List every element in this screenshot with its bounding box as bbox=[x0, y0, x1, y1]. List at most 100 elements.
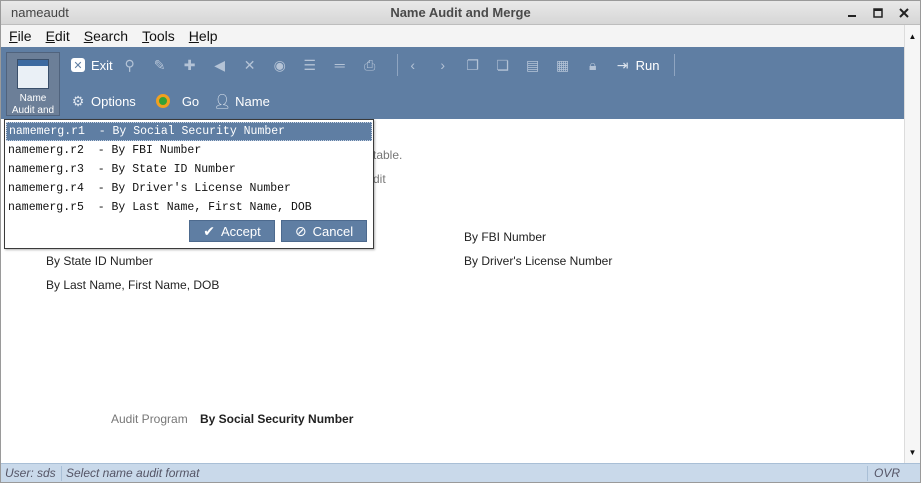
toolbar: Name Audit and ✕ Exit ⚲ ✎ ✚ ◀ ✕ ◉ ☰ ═ ⎙ … bbox=[1, 47, 904, 119]
lock-button[interactable]: 🔒︎ bbox=[584, 53, 606, 77]
toolbar-row-actions: ✕ Exit ⚲ ✎ ✚ ◀ ✕ ◉ ☰ ═ ⎙ ‹ › ❐ ❏ ▤ ▦ 🔒︎ … bbox=[69, 53, 681, 77]
menu-edit[interactable]: Edit bbox=[46, 28, 70, 44]
close-icon bbox=[899, 7, 909, 18]
name-button[interactable]: 👤︎ Name bbox=[213, 89, 270, 113]
accept-label: Accept bbox=[220, 223, 261, 239]
print-button[interactable]: ⎙ bbox=[361, 53, 383, 77]
document-button[interactable]: ▤ bbox=[524, 53, 546, 77]
menu-file[interactable]: File bbox=[9, 28, 32, 44]
run-icon: ⇥ bbox=[616, 56, 629, 73]
x-icon: ✕ bbox=[243, 56, 256, 73]
toolbar-row-options: ⚙ Options Go 👤︎ Name bbox=[69, 89, 278, 113]
status-bar: User: sds Select name audit format OVR bbox=[1, 463, 920, 482]
run-button[interactable]: ⇥ Run bbox=[614, 53, 660, 77]
lock-icon: 🔒︎ bbox=[588, 56, 597, 73]
audit-program-label: Audit Program bbox=[111, 412, 188, 426]
status-mode: OVR bbox=[873, 466, 900, 480]
name-label: Name bbox=[235, 93, 270, 109]
next-button[interactable]: › bbox=[434, 53, 456, 77]
cancel-label: Cancel bbox=[312, 223, 354, 239]
plus-icon: ✚ bbox=[183, 56, 196, 73]
menu-edit-mnemonic: E bbox=[45, 28, 55, 44]
grid-button[interactable]: ▦ bbox=[554, 53, 576, 77]
vertical-scrollbar[interactable]: ▲ ▼ bbox=[904, 25, 920, 463]
list-item[interactable]: namemerg.r5 - By Last Name, First Name, … bbox=[6, 198, 372, 217]
window-title: Name Audit and Merge bbox=[390, 5, 531, 20]
accept-button[interactable]: ✔ Accept bbox=[189, 220, 275, 242]
option-label-name-dob[interactable]: By Last Name, First Name, DOB bbox=[46, 278, 219, 292]
printer-icon: ⎙ bbox=[364, 56, 376, 73]
popup-buttons: ✔ Accept ⊘ Cancel bbox=[189, 220, 367, 242]
view-button[interactable]: ◉ bbox=[271, 53, 293, 77]
undo-button[interactable]: ◀ bbox=[211, 53, 233, 77]
equals-icon: ═ bbox=[334, 57, 345, 73]
chevron-left-icon: ‹ bbox=[410, 57, 415, 73]
option-label-fbi[interactable]: By FBI Number bbox=[464, 230, 546, 244]
edit-button[interactable]: ✎ bbox=[151, 53, 173, 77]
go-button[interactable]: Go bbox=[154, 89, 199, 113]
paste-button[interactable]: ❏ bbox=[494, 53, 516, 77]
menu-help-rest: elp bbox=[198, 28, 218, 44]
add-button[interactable]: ✚ bbox=[181, 53, 203, 77]
menu-help[interactable]: Help bbox=[189, 28, 218, 44]
minimize-button[interactable] bbox=[842, 4, 862, 21]
back-arrow-icon: ◀ bbox=[214, 56, 226, 73]
chevron-right-icon: › bbox=[440, 57, 445, 73]
search-button[interactable]: ⚲ bbox=[121, 53, 143, 77]
menu-tools-rest: ools bbox=[149, 28, 175, 44]
delete-button[interactable]: ✕ bbox=[241, 53, 263, 77]
cancel-icon: ⊘ bbox=[294, 222, 307, 239]
audit-format-popup: namemerg.r1 - By Social Security Number … bbox=[4, 119, 374, 249]
scroll-up-icon[interactable]: ▲ bbox=[905, 29, 920, 43]
maximize-button[interactable] bbox=[868, 4, 888, 21]
lines-icon: ☰ bbox=[303, 56, 316, 73]
window-controls bbox=[842, 4, 914, 21]
pencil-icon: ✎ bbox=[153, 56, 166, 73]
exit-label: Exit bbox=[91, 57, 113, 73]
gear-icon: ⚙ bbox=[71, 92, 85, 109]
menu-search-mnemonic: S bbox=[83, 28, 94, 44]
scroll-down-icon[interactable]: ▼ bbox=[905, 445, 920, 459]
list-button[interactable]: ☰ bbox=[301, 53, 323, 77]
equals-button[interactable]: ═ bbox=[331, 53, 353, 77]
close-button[interactable] bbox=[894, 4, 914, 21]
list-item[interactable]: namemerg.r4 - By Driver's License Number bbox=[6, 179, 372, 198]
launcher-label: Name Audit and bbox=[11, 93, 55, 116]
exit-icon: ✕ bbox=[69, 56, 87, 74]
copy-icon: ❐ bbox=[466, 56, 479, 73]
eye-icon: ◉ bbox=[273, 56, 286, 73]
title-bar: nameaudt Name Audit and Merge bbox=[1, 1, 920, 25]
cancel-button[interactable]: ⊘ Cancel bbox=[281, 220, 367, 242]
menu-file-rest: ile bbox=[17, 28, 32, 44]
name-audit-launcher[interactable]: Name Audit and bbox=[6, 52, 60, 116]
audit-format-list: namemerg.r1 - By Social Security Number … bbox=[6, 122, 372, 217]
exit-button[interactable]: ✕ Exit bbox=[69, 53, 113, 77]
maximize-icon bbox=[873, 7, 883, 18]
status-divider bbox=[61, 466, 62, 481]
instruction-text-tail: table. bbox=[373, 148, 403, 162]
options-button[interactable]: ⚙ Options bbox=[69, 89, 136, 113]
previous-button[interactable]: ‹ bbox=[404, 53, 426, 77]
menu-edit-rest: dit bbox=[54, 28, 70, 44]
minimize-icon bbox=[848, 14, 856, 17]
toolbar-separator-end bbox=[673, 54, 675, 76]
instruction-text-tail-2: dit bbox=[373, 172, 386, 186]
list-item[interactable]: namemerg.r1 - By Social Security Number bbox=[6, 122, 372, 141]
menu-tools[interactable]: Tools bbox=[142, 28, 175, 44]
audit-program-field[interactable]: By Social Security Number bbox=[200, 412, 353, 426]
list-item[interactable]: namemerg.r2 - By FBI Number bbox=[6, 141, 372, 160]
status-message: Select name audit format bbox=[66, 466, 200, 480]
menu-file-mnemonic: F bbox=[9, 28, 18, 44]
option-label-drivers-license[interactable]: By Driver's License Number bbox=[464, 254, 612, 268]
option-label-state-id[interactable]: By State ID Number bbox=[46, 254, 153, 268]
toolbar-separator bbox=[396, 54, 398, 76]
paste-icon: ❏ bbox=[496, 56, 509, 73]
document-icon: ▤ bbox=[526, 56, 540, 73]
menu-search[interactable]: Search bbox=[84, 28, 128, 44]
menu-help-mnemonic: H bbox=[188, 28, 199, 44]
list-item[interactable]: namemerg.r3 - By State ID Number bbox=[6, 160, 372, 179]
options-label: Options bbox=[91, 93, 136, 109]
menu-search-rest: earch bbox=[93, 28, 129, 44]
menu-bar: File Edit Search Tools Help bbox=[1, 25, 920, 47]
copy-button[interactable]: ❐ bbox=[464, 53, 486, 77]
